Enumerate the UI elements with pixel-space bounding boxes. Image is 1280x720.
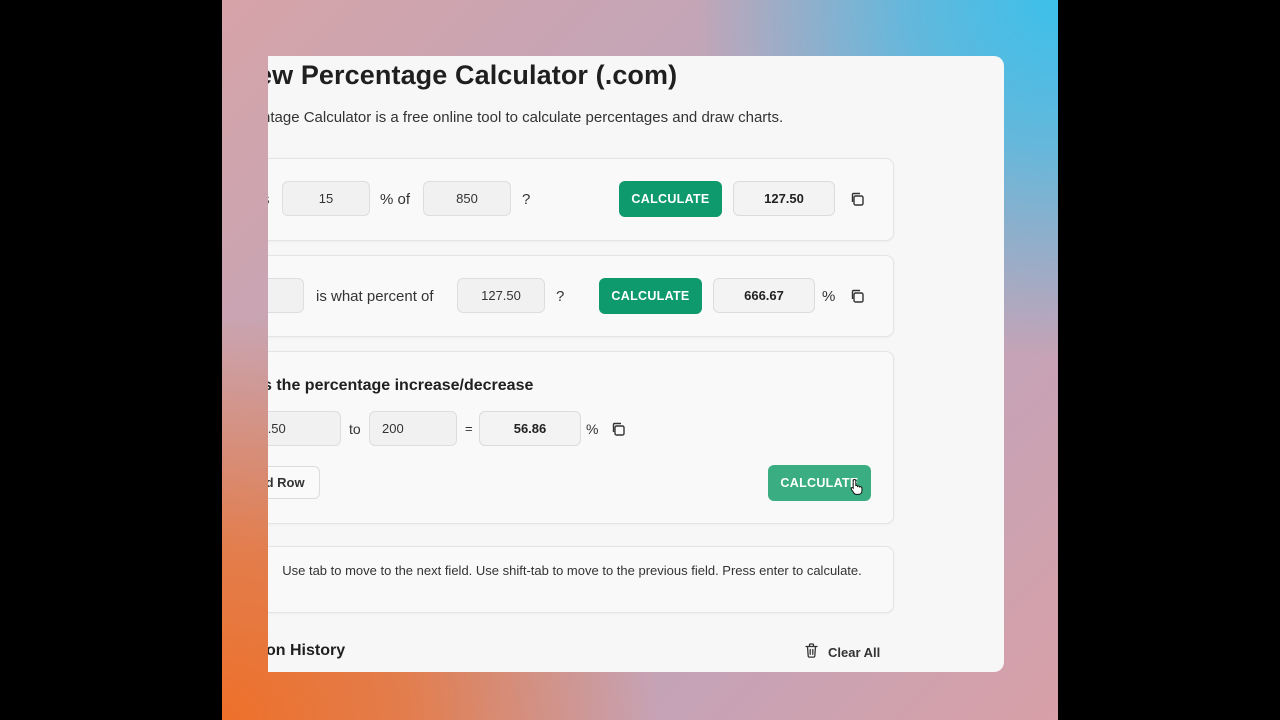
row1-result-field[interactable]: 127.50: [733, 181, 835, 216]
clear-all-button[interactable]: Clear All: [805, 643, 880, 661]
row3-result-field[interactable]: 56.86: [479, 411, 581, 446]
increase-decrease-panel: s the percentage increase/decrease to = …: [268, 351, 894, 524]
row3-percent-sign: %: [586, 421, 599, 437]
clear-all-label: Clear All: [828, 644, 881, 660]
percent-of-panel: s % of ? CALCULATE 127.50: [268, 158, 894, 241]
hand-pointer-icon: [850, 478, 864, 500]
gradient-background: ew Percentage Calculator (.com) ntage Ca…: [222, 0, 1058, 720]
copy-icon[interactable]: [611, 422, 625, 436]
row3-from-input[interactable]: [268, 411, 341, 446]
add-row-button[interactable]: ld Row: [268, 466, 320, 499]
row1-calculate-button[interactable]: CALCULATE: [619, 181, 722, 217]
row1-question-mark: ?: [522, 191, 531, 208]
keyboard-tip-text: Use tab to move to the next field. Use s…: [282, 563, 862, 578]
page-subtitle: ntage Calculator is a free online tool t…: [268, 109, 784, 126]
row3-heading: s the percentage increase/decrease: [268, 377, 534, 394]
trash-icon: [805, 643, 818, 661]
copy-icon[interactable]: [850, 192, 864, 206]
copy-icon[interactable]: [850, 289, 864, 303]
keyboard-tip-panel: Use tab to move to the next field. Use s…: [268, 546, 894, 613]
row3-to-input[interactable]: [369, 411, 457, 446]
add-row-label: ld Row: [268, 475, 305, 490]
row1-percent-input[interactable]: [282, 181, 370, 216]
row2-calculate-button[interactable]: CALCULATE: [599, 278, 702, 314]
row2-percent-sign: %: [822, 288, 836, 305]
what-percent-panel: is what percent of ? CALCULATE 666.67 %: [268, 255, 894, 337]
row3-to-label: to: [349, 421, 361, 437]
row3-equals-label: =: [465, 421, 473, 436]
row1-of-label: % of: [380, 191, 411, 208]
row2-result-field[interactable]: 666.67: [713, 278, 815, 313]
row2-second-input[interactable]: [457, 278, 545, 313]
row2-first-input[interactable]: [268, 278, 304, 313]
row2-middle-label: is what percent of: [316, 288, 434, 305]
row2-question-mark: ?: [556, 288, 565, 305]
calculator-card: ew Percentage Calculator (.com) ntage Ca…: [268, 56, 1004, 672]
history-heading: on History: [268, 642, 346, 659]
row1-base-input[interactable]: [423, 181, 511, 216]
row1-prefix-label: s: [268, 191, 270, 208]
page-title: ew Percentage Calculator (.com): [268, 60, 678, 90]
